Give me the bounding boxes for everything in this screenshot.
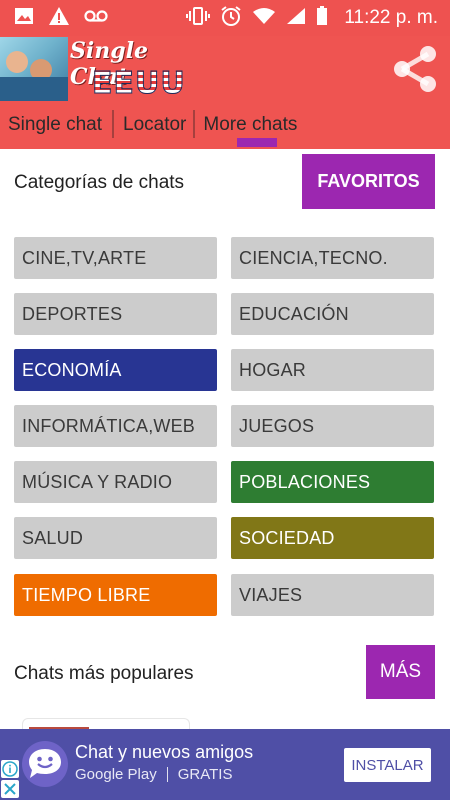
signal-icon bbox=[286, 7, 306, 30]
category-deportes[interactable]: DEPORTES bbox=[14, 293, 217, 335]
category-musica-y-radio[interactable]: MÚSICA Y RADIO bbox=[14, 461, 217, 503]
ad-store: Google Play bbox=[75, 766, 157, 783]
ad-price: GRATIS bbox=[177, 766, 233, 783]
ad-separator bbox=[166, 767, 168, 782]
active-tab-indicator bbox=[237, 138, 277, 147]
share-icon[interactable] bbox=[390, 42, 440, 96]
category-educacion[interactable]: EDUCACIÓN bbox=[231, 293, 434, 335]
tab-more-chats[interactable]: More chats bbox=[195, 110, 297, 140]
category-viajes[interactable]: VIAJES bbox=[231, 574, 434, 616]
battery-icon bbox=[316, 5, 328, 31]
category-juegos[interactable]: JUEGOS bbox=[231, 405, 434, 447]
category-cine-tv-arte[interactable]: CINE,TV,ARTE bbox=[14, 237, 217, 279]
category-tiempo-libre[interactable]: TIEMPO LIBRE bbox=[14, 574, 217, 616]
category-sociedad[interactable]: SOCIEDAD bbox=[231, 517, 434, 559]
category-salud[interactable]: SALUD bbox=[14, 517, 217, 559]
category-poblaciones[interactable]: POBLACIONES bbox=[231, 461, 434, 503]
vibrate-icon bbox=[186, 6, 211, 31]
ad-info-icon[interactable] bbox=[1, 760, 19, 778]
app-logo: Single Chat EEUU bbox=[0, 36, 190, 102]
voicemail-icon bbox=[84, 9, 108, 28]
category-economia[interactable]: ECONOMÍA bbox=[14, 349, 217, 391]
ad-title: Chat y nuevos amigos bbox=[75, 742, 254, 762]
more-button[interactable]: MÁS bbox=[366, 645, 435, 699]
image-icon bbox=[14, 7, 34, 30]
tab-divider bbox=[112, 110, 115, 138]
logo-photo bbox=[0, 37, 68, 101]
tab-divider bbox=[193, 110, 196, 138]
app-screen: 11:22 p. m. Single Chat EEUU Single chat… bbox=[0, 0, 450, 800]
category-hogar[interactable]: HOGAR bbox=[231, 349, 434, 391]
status-time: 11:22 p. m. bbox=[344, 7, 438, 28]
status-bar: 11:22 p. m. bbox=[0, 0, 450, 36]
tab-single-chat[interactable]: Single chat bbox=[0, 110, 112, 140]
ad-subtitle: Google Play GRATIS bbox=[75, 766, 232, 783]
category-ciencia-tecno[interactable]: CIENCIA,TECNO. bbox=[231, 237, 434, 279]
popular-chats-title: Chats más populares bbox=[14, 663, 194, 684]
wifi-icon bbox=[252, 7, 276, 30]
warning-icon bbox=[48, 6, 70, 31]
categories-title: Categorías de chats bbox=[14, 172, 185, 193]
ad-app-logo-icon bbox=[22, 741, 68, 787]
alarm-icon bbox=[220, 5, 242, 32]
tab-locator[interactable]: Locator bbox=[114, 110, 193, 140]
app-header: Single Chat EEUU Single chat Locator Mor… bbox=[0, 36, 450, 149]
app-subtitle: EEUU bbox=[92, 66, 186, 102]
favorites-button[interactable]: FAVORITOS bbox=[302, 154, 435, 209]
ad-close-icon[interactable] bbox=[1, 780, 19, 798]
category-informatica-web[interactable]: INFORMÁTICA,WEB bbox=[14, 405, 217, 447]
ad-banner[interactable]: Chat y nuevos amigos Google Play GRATIS … bbox=[0, 729, 450, 800]
ad-install-button[interactable]: INSTALAR bbox=[344, 748, 431, 782]
